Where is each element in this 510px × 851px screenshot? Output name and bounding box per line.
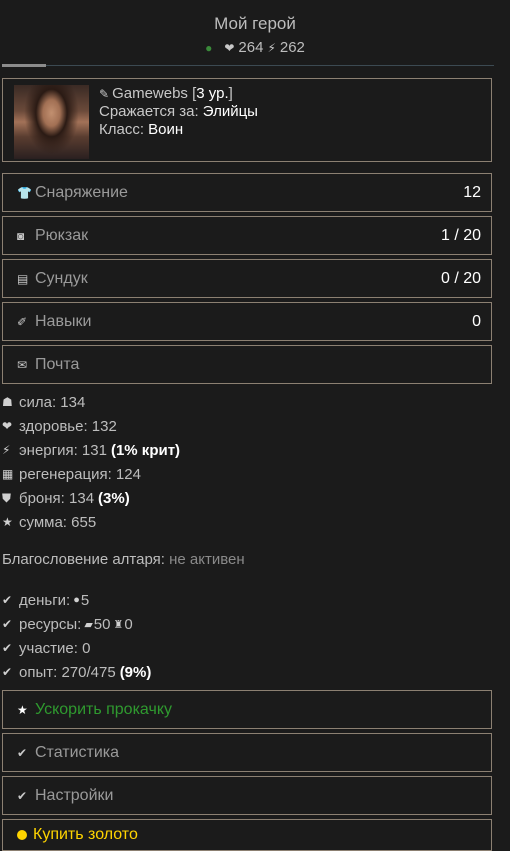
money-row: ✔ деньги: ● 5 <box>2 591 90 609</box>
check-icon: ✔ <box>17 788 28 803</box>
buy-gold-button[interactable]: Купить золото <box>2 819 492 851</box>
chest-icon: ▤ <box>17 271 29 286</box>
check-icon: ✔ <box>2 617 13 631</box>
altar-status: не активен <box>169 551 245 568</box>
page-title: Мой герой <box>214 14 296 33</box>
coin-icon: ● <box>73 594 80 606</box>
gold-coin-icon <box>17 830 27 840</box>
resources-list: ✔ деньги: ● 5 ✔ ресурсы: ▰ 50 ♜ 0 ✔ учас… <box>2 588 151 684</box>
stat-sum: ★ сумма: 655 <box>2 513 97 531</box>
class-label: Класс: <box>99 121 144 138</box>
hero-level: 3 ур. <box>196 85 229 102</box>
menu-item-equipment[interactable]: 👕 Снаряжение 12 <box>2 173 492 212</box>
hero-name: Gamewebs <box>112 85 188 102</box>
header: Мой герой ● ❤ 264 ⚡ 262 <box>0 0 510 67</box>
regen-icon: ▦ <box>2 467 14 481</box>
fights-for-label: Сражается за: <box>99 103 199 120</box>
check-icon: ✔ <box>2 641 13 655</box>
shirt-icon: 👕 <box>17 185 32 200</box>
progress-fill <box>2 64 46 67</box>
stats-list: ☗ сила: 134 ❤ здоровье: 132 ⚡ энергия: 1… <box>2 390 180 534</box>
resources-row: ✔ ресурсы: ▰ 50 ♜ 0 <box>2 615 133 633</box>
stat-strength: ☗ сила: 134 <box>2 393 86 411</box>
potion-icon: ♜ <box>113 618 124 631</box>
star-icon: ★ <box>2 515 13 529</box>
lightning-icon: ⚡ <box>2 443 11 457</box>
energy-value: 262 <box>279 39 305 56</box>
menu-item-mail[interactable]: ✉ Почта <box>2 345 492 384</box>
pencil-icon: ✎ <box>99 87 110 101</box>
altar-blessing: Благословение алтаря: не активен <box>2 551 245 568</box>
strength-icon: ☗ <box>2 395 13 409</box>
star-icon: ★ <box>17 702 28 717</box>
avatar[interactable] <box>14 85 89 159</box>
hero-faction: Элийцы <box>202 103 258 120</box>
skills-icon: ✐ <box>17 314 28 329</box>
check-icon: ✔ <box>2 593 13 607</box>
boost-leveling-button[interactable]: ★ Ускорить прокачку <box>2 690 492 729</box>
check-icon: ✔ <box>2 665 13 679</box>
shield-icon: ⛊ <box>2 490 12 505</box>
lightning-icon: ⚡ <box>267 40 276 55</box>
hero-vitals: ● ❤ 264 ⚡ 262 <box>0 39 510 56</box>
stat-health: ❤ здоровье: 132 <box>2 417 117 435</box>
stat-regeneration: ▦ регенерация: 124 <box>2 465 141 483</box>
resource-bar-icon: ▰ <box>84 618 93 631</box>
profile-info: ✎ Gamewebs [3 ур.] Сражается за: Элийцы К… <box>99 85 258 138</box>
status-icon: ● <box>205 40 213 55</box>
statistics-button[interactable]: ✔ Статистика <box>2 733 492 772</box>
experience-row: ✔ опыт: 270/475 (9%) <box>2 663 152 681</box>
menu-item-chest[interactable]: ▤ Сундук 0 / 20 <box>2 259 492 298</box>
profile-card[interactable]: ✎ Gamewebs [3 ур.] Сражается за: Элийцы К… <box>2 78 492 162</box>
stat-energy: ⚡ энергия: 131 (1% крит) <box>2 441 181 459</box>
participation-row: ✔ участие: 0 <box>2 639 91 657</box>
hp-value: 264 <box>238 39 264 56</box>
heart-icon: ❤ <box>224 40 235 55</box>
menu-item-backpack[interactable]: ◙ Рюкзак 1 / 20 <box>2 216 492 255</box>
backpack-icon: ◙ <box>17 228 25 243</box>
mail-icon: ✉ <box>17 357 28 372</box>
settings-button[interactable]: ✔ Настройки <box>2 776 492 815</box>
check-icon: ✔ <box>17 745 28 760</box>
stat-armor: ⛊ броня: 134 (3%) <box>2 489 130 507</box>
hero-class: Воин <box>148 121 184 138</box>
menu-item-skills[interactable]: ✐ Навыки 0 <box>2 302 492 341</box>
heart-icon: ❤ <box>2 419 13 433</box>
avatar-image <box>24 85 79 155</box>
progress-track <box>2 64 494 67</box>
